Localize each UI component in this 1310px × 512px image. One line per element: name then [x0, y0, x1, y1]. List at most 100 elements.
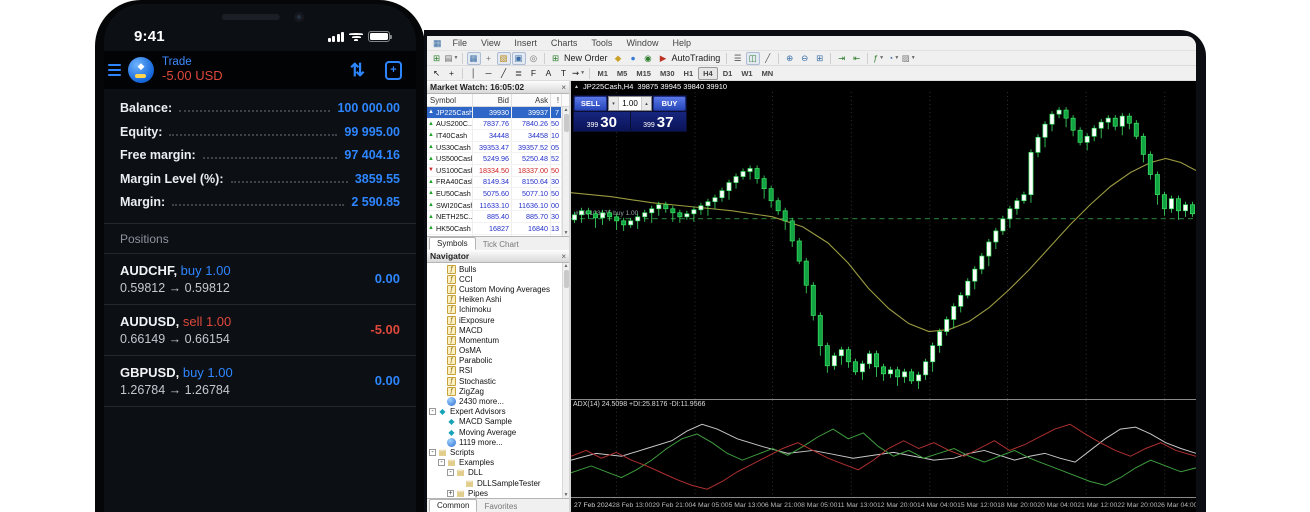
market-watch-tab-symbols[interactable]: Symbols [429, 237, 476, 250]
navigator-item[interactable]: 1119 more... [427, 437, 562, 447]
navigator-item[interactable]: ƒiExposure [427, 315, 562, 325]
market-watch-row[interactable]: ▲JP225Cash39930399377 [427, 107, 562, 119]
expand-node-icon[interactable]: + [447, 490, 454, 497]
navigator-item[interactable]: -▤Scripts [427, 447, 562, 457]
zoom-out-button[interactable]: ⊖ [798, 52, 812, 65]
navigator-item[interactable]: ▤DLLSampleTester [427, 478, 562, 488]
timeframe-mn[interactable]: MN [758, 68, 778, 79]
market-watch-toggle[interactable]: ▦ [467, 52, 481, 65]
navigator-item[interactable]: -▤Examples [427, 458, 562, 468]
column-header-bid[interactable]: Bid [473, 94, 512, 106]
navigator-item[interactable]: ◆MACD Sample [427, 417, 562, 427]
timeframe-m30[interactable]: M30 [656, 68, 679, 79]
community-button[interactable]: ● [626, 52, 640, 65]
navigator-tab-favorites[interactable]: Favorites [477, 501, 524, 512]
menu-charts[interactable]: Charts [544, 38, 585, 48]
market-watch-row[interactable]: ▲NETH25C...885.40885.7030 [427, 211, 562, 223]
strategy-tester-button[interactable]: ◎ [527, 52, 541, 65]
collapse-icon[interactable]: ▲ [574, 84, 579, 90]
navigator-scrollbar[interactable]: ▲▼ [562, 263, 569, 498]
bar-chart-type-button[interactable]: ☰ [731, 52, 745, 65]
tile-windows-button[interactable]: ⊞ [813, 52, 827, 65]
chart-pane[interactable]: #190103175 buy 1.00 SELL ▾ 1.00 ▴ BUY [571, 92, 1196, 399]
timeframe-m15[interactable]: M15 [632, 68, 655, 79]
navigator-item[interactable]: ◆Moving Average [427, 427, 562, 437]
market-watch-tab-tick-chart[interactable]: Tick Chart [476, 239, 526, 250]
menu-tools[interactable]: Tools [584, 38, 619, 48]
hline-tool[interactable]: ─ [482, 67, 496, 80]
column-header-ask[interactable]: Ask [512, 94, 551, 106]
navigator-item[interactable]: ƒMACD [427, 325, 562, 335]
zoom-in-button[interactable]: ⊕ [783, 52, 797, 65]
new-chart-button[interactable]: ⊞ [430, 52, 444, 65]
position-item[interactable]: AUDUSD, sell 1.000.66149 → 0.66154-5.00 [104, 304, 416, 355]
market-watch-row[interactable]: ▲HK50Cash168271684013 [427, 223, 562, 235]
navigator-item[interactable]: ƒBulls [427, 264, 562, 274]
profiles-button[interactable]: ▤▼ [445, 52, 459, 65]
label-tool[interactable]: T [557, 67, 571, 80]
navigator-item[interactable]: 2430 more... [427, 396, 562, 406]
fibo-tool[interactable]: F [527, 67, 541, 80]
menu-icon[interactable] [108, 64, 121, 77]
close-icon[interactable]: × [561, 83, 566, 92]
terminal-toggle[interactable]: ▣ [512, 52, 526, 65]
periods-button[interactable]: ◔▼ [887, 52, 901, 65]
navigator-item[interactable]: -▤DLL [427, 468, 562, 478]
market-watch-scrollbar[interactable]: ▲▼ [562, 107, 569, 236]
menu-insert[interactable]: Insert [507, 38, 544, 48]
channel-tool[interactable]: ≣ [512, 67, 526, 80]
buy-button[interactable]: BUY [653, 96, 686, 111]
data-window-button[interactable]: + [482, 52, 496, 65]
menu-window[interactable]: Window [619, 38, 665, 48]
indicators-button[interactable]: ƒ▼ [872, 52, 886, 65]
auto-scroll-button[interactable]: ⇥ [835, 52, 849, 65]
volume-value[interactable]: 1.00 [619, 97, 641, 110]
navigator-item[interactable]: ƒMomentum [427, 335, 562, 345]
volume-increase-button[interactable]: ▴ [641, 97, 651, 110]
shapes-tool[interactable]: ⇝▼ [572, 67, 586, 80]
collapse-node-icon[interactable]: - [429, 449, 436, 456]
timeframe-d1[interactable]: D1 [719, 68, 737, 79]
menu-view[interactable]: View [474, 38, 507, 48]
navigator-item[interactable]: ƒCCI [427, 274, 562, 284]
timeframe-m1[interactable]: M1 [594, 68, 612, 79]
timeframe-m5[interactable]: M5 [613, 68, 631, 79]
timeframe-h1[interactable]: H1 [680, 68, 698, 79]
navigator-item[interactable]: ƒZigZag [427, 386, 562, 396]
menu-help[interactable]: Help [665, 38, 698, 48]
navigator-item[interactable]: ƒStochastic [427, 376, 562, 386]
navigator-toggle[interactable]: ▧ [497, 52, 511, 65]
trendline-tool[interactable]: ╱ [497, 67, 511, 80]
column-header-symbol[interactable]: Symbol [427, 94, 473, 106]
templates-button[interactable]: ▨▼ [902, 52, 916, 65]
navigator-item[interactable]: ƒRSI [427, 366, 562, 376]
navigator-item[interactable]: ƒParabolic [427, 356, 562, 366]
collapse-node-icon[interactable]: - [447, 469, 454, 476]
chart-shift-button[interactable]: ⇤ [850, 52, 864, 65]
market-watch-row[interactable]: ▲SWI20Cash11633.1011636.10300 [427, 200, 562, 212]
sell-button[interactable]: SELL [574, 96, 607, 111]
metaeditor-button[interactable]: ◆ [611, 52, 625, 65]
market-watch-row[interactable]: ▲FRA40Cash8149.348150.64130 [427, 177, 562, 189]
vline-tool[interactable]: │ [467, 67, 481, 80]
position-item[interactable]: AUDCHF, buy 1.000.59812 → 0.598120.00 [104, 253, 416, 304]
autotrading-button[interactable]: ▶ [656, 52, 670, 65]
navigator-tab-common[interactable]: Common [429, 499, 477, 512]
text-tool[interactable]: A [542, 67, 556, 80]
navigator-item[interactable]: ƒIchimoku [427, 305, 562, 315]
market-watch-row[interactable]: ▲EU50Cash5075.605077.10150 [427, 188, 562, 200]
collapse-node-icon[interactable]: - [429, 408, 436, 415]
new-order-icon[interactable] [385, 61, 402, 80]
timeframe-h4[interactable]: H4 [698, 67, 718, 80]
navigator-item[interactable]: ƒOsMA [427, 346, 562, 356]
navigator-item[interactable]: +▤Pipes [427, 488, 562, 498]
navigator-item[interactable]: ƒHeiken Ashi [427, 295, 562, 305]
sell-price[interactable]: 399 30 [574, 112, 630, 131]
collapse-node-icon[interactable]: - [438, 459, 445, 466]
market-watch-row[interactable]: ▲AUS200C...7837.767840.26250 [427, 119, 562, 131]
position-item[interactable]: GBPUSD, buy 1.001.26784 → 1.267840.00 [104, 355, 416, 406]
new-order-button[interactable]: ⊞ [549, 52, 563, 65]
crosshair-tool[interactable]: + [445, 67, 459, 80]
volume-decrease-button[interactable]: ▾ [609, 97, 619, 110]
autotrading-button-label[interactable]: AutoTrading [672, 53, 721, 63]
